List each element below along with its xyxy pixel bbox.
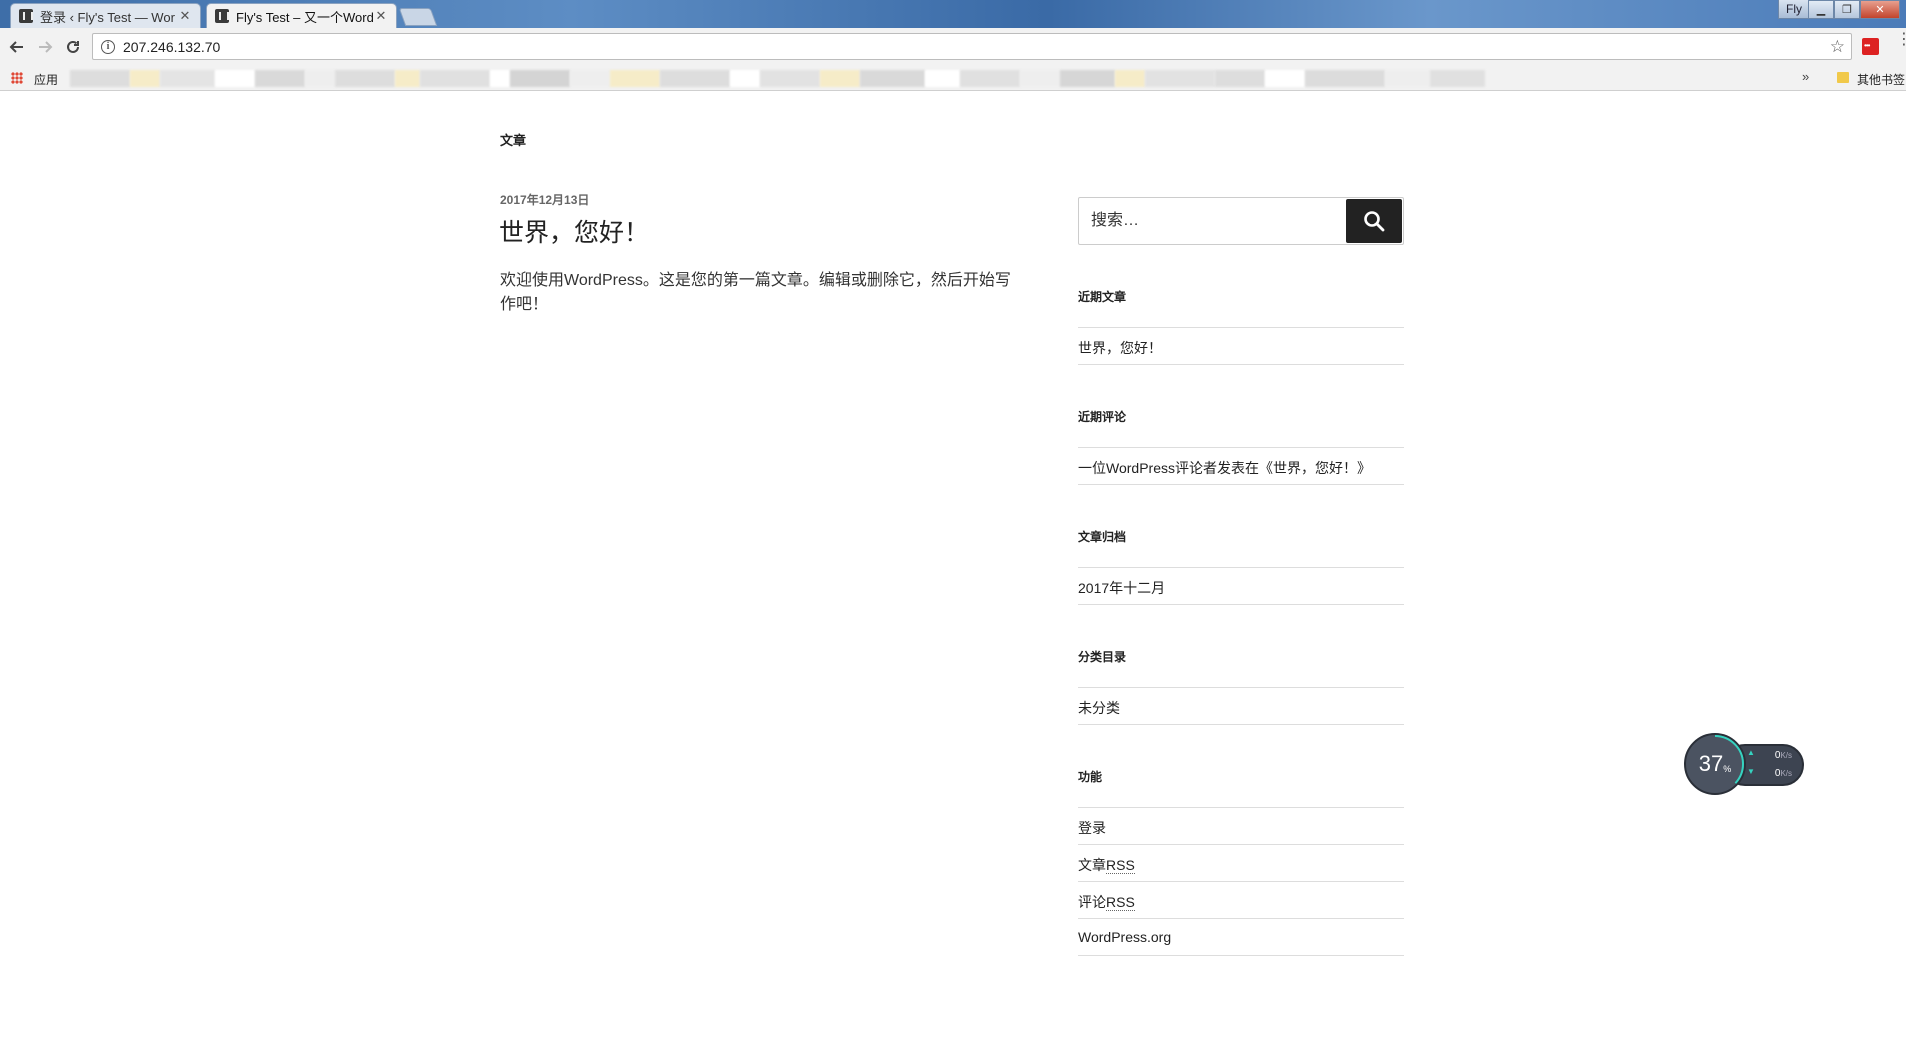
menu-icon[interactable]: ⋮: [1896, 32, 1906, 48]
arrow-left-icon: [9, 41, 23, 53]
widget-title-archives: 文章归档: [1078, 530, 1127, 544]
category-link[interactable]: 未分类: [1078, 698, 1120, 718]
widget-title-meta: 功能: [1078, 770, 1103, 784]
new-tab-button[interactable]: [398, 8, 438, 26]
usage-percent: 37: [1698, 751, 1724, 776]
bookmark-other[interactable]: 其他书签: [1857, 71, 1905, 88]
widget-title-recent-posts: 近期文章: [1078, 290, 1127, 304]
download-arrow-icon: ▼: [1747, 767, 1755, 776]
divider: [1078, 364, 1404, 365]
reload-button[interactable]: [62, 36, 84, 58]
post-excerpt: 欢迎使用WordPress。这是您的第一篇文章。编辑或删除它，然后开始写作吧！: [500, 272, 1011, 313]
bookmark-apps[interactable]: 应用: [34, 71, 58, 88]
browser-titlebar: 登录 ‹ Fly's Test — Wor ✕ Fly's Test – 又一个…: [0, 0, 1906, 28]
divider: [1078, 327, 1404, 328]
upload-speed: 0K/s: [1774, 750, 1792, 761]
divider: [1078, 807, 1404, 808]
maximize-button[interactable]: ❐: [1834, 0, 1860, 19]
divider: [1078, 881, 1404, 882]
rss-abbr: RSS: [1106, 894, 1135, 911]
tab-login[interactable]: 登录 ‹ Fly's Test — Wor ✕: [10, 3, 201, 28]
address-text: 207.246.132.70: [123, 38, 221, 55]
tab-home[interactable]: Fly's Test – 又一个Word ✕: [206, 3, 397, 28]
link-label: 文章: [1078, 857, 1106, 873]
search-button[interactable]: [1346, 199, 1402, 243]
bookmarks-bar: 应用 » 其他书签: [0, 66, 1906, 91]
search-icon: [1364, 211, 1385, 232]
arrow-right-icon: [39, 41, 53, 53]
recent-comment-link[interactable]: 一位WordPress评论者发表在《世界，您好！》: [1078, 458, 1371, 478]
widget-title-categories: 分类目录: [1078, 650, 1127, 664]
address-bar[interactable]: i 207.246.132.70 ☆: [92, 33, 1852, 60]
bookmarks-overflow-button[interactable]: »: [1802, 69, 1809, 84]
widget-title-recent-comments: 近期评论: [1078, 410, 1127, 424]
divider: [1078, 918, 1404, 919]
forward-button[interactable]: [34, 36, 56, 58]
memory-usage-gauge: 37%: [1684, 733, 1746, 795]
divider: [1078, 447, 1404, 448]
wordpress-favicon-icon: [215, 9, 229, 23]
apps-icon[interactable]: [11, 72, 23, 84]
blurred-bookmarks: [70, 70, 1670, 87]
minimize-button[interactable]: ▁: [1808, 0, 1834, 19]
network-speed-widget[interactable]: 0K/s 0K/s ▲ ▼ 37%: [1684, 733, 1804, 797]
post-title[interactable]: 世界，您好！: [499, 213, 649, 249]
post-date[interactable]: 2017年12月13日: [500, 191, 589, 208]
reload-icon: [67, 40, 79, 53]
profile-button[interactable]: Fly: [1778, 0, 1810, 19]
folder-icon: [1837, 72, 1849, 83]
percent-sign: %: [1723, 764, 1732, 774]
divider: [1078, 724, 1404, 725]
tab-title: 登录 ‹ Fly's Test — Wor: [40, 9, 175, 25]
download-speed: 0K/s: [1774, 768, 1792, 779]
meta-comments-rss-link[interactable]: 评论RSS: [1078, 892, 1135, 912]
meta-wordpress-org-link[interactable]: WordPress.org: [1078, 929, 1171, 945]
back-button[interactable]: [6, 36, 28, 58]
divider: [1078, 955, 1404, 956]
close-icon[interactable]: ✕: [178, 8, 192, 24]
divider: [1078, 687, 1404, 688]
meta-login-link[interactable]: 登录: [1078, 818, 1106, 838]
link-label: 评论: [1078, 894, 1106, 910]
window-controls: ▁ ❐ ✕: [1808, 0, 1900, 19]
divider: [1078, 567, 1404, 568]
divider: [1078, 484, 1404, 485]
wordpress-favicon-icon: [19, 9, 33, 23]
rss-abbr: RSS: [1106, 857, 1135, 874]
divider: [1078, 604, 1404, 605]
close-window-button[interactable]: ✕: [1860, 0, 1900, 19]
browser-toolbar: i 207.246.132.70 ☆ ⋮: [0, 28, 1906, 66]
recent-post-link[interactable]: 世界，您好！: [1078, 338, 1162, 358]
info-icon[interactable]: i: [101, 39, 115, 54]
upload-arrow-icon: ▲: [1747, 748, 1755, 757]
extension-icon[interactable]: [1862, 38, 1879, 55]
search-input[interactable]: [1079, 198, 1345, 244]
archive-link[interactable]: 2017年十二月: [1078, 578, 1165, 598]
star-icon[interactable]: ☆: [1830, 37, 1845, 57]
tab-title: Fly's Test – 又一个Word: [236, 9, 374, 25]
divider: [1078, 844, 1404, 845]
meta-entries-rss-link[interactable]: 文章RSS: [1078, 855, 1135, 875]
close-icon[interactable]: ✕: [374, 8, 388, 24]
search-form: [1078, 197, 1404, 245]
page-title: 文章: [500, 133, 527, 148]
